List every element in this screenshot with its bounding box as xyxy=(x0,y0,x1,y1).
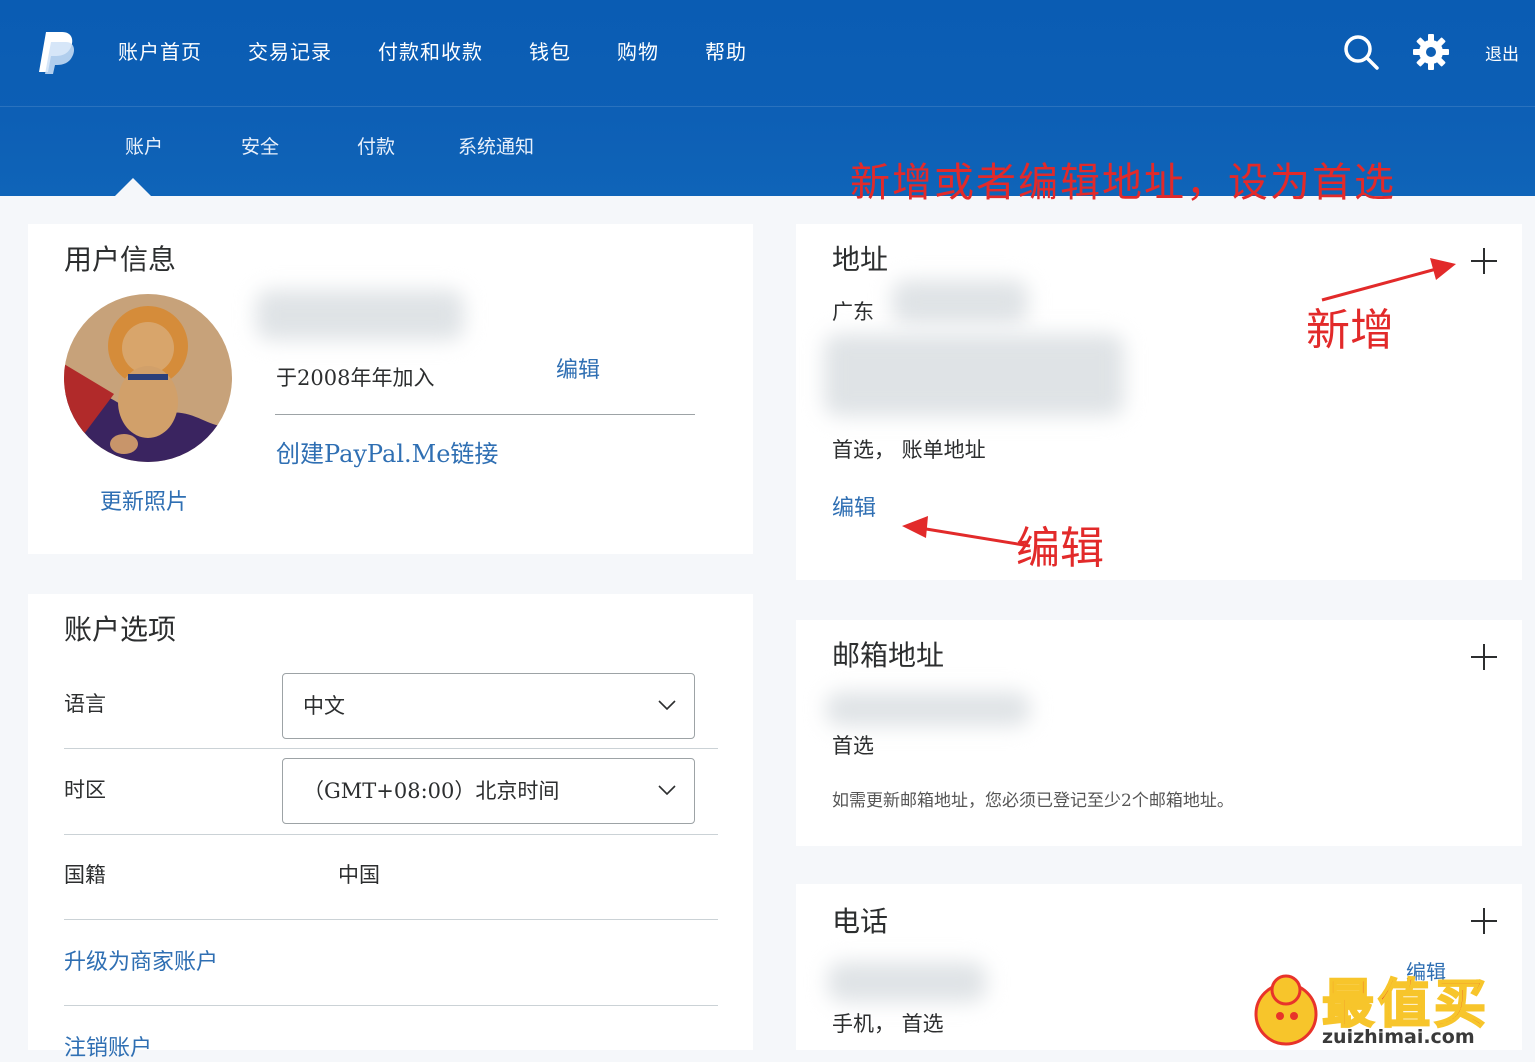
address-status: 首选， 账单地址 xyxy=(832,438,986,462)
nationality-value: 中国 xyxy=(338,863,380,887)
row-divider xyxy=(64,748,718,749)
email-status: 首选 xyxy=(832,734,874,758)
annotation-add-label: 新增 xyxy=(1306,305,1394,356)
annotation-title: 新增或者编辑地址，设为首选 xyxy=(850,160,1396,206)
tab-security[interactable]: 安全 xyxy=(241,132,279,159)
phone-status: 手机， 首选 xyxy=(832,1012,944,1036)
logout-link[interactable]: 退出 xyxy=(1485,40,1519,65)
row-divider xyxy=(64,1005,718,1006)
address-redacted xyxy=(892,280,1028,324)
address-detail-redacted xyxy=(824,334,1124,416)
paypal-me-link[interactable]: 创建PayPal.Me链接 xyxy=(276,434,498,469)
watermark-domain: zuizhimai.com xyxy=(1322,1026,1475,1048)
row-divider xyxy=(64,834,718,835)
add-address-icon[interactable] xyxy=(1469,246,1499,276)
edit-profile-link[interactable]: 编辑 xyxy=(556,352,600,384)
edit-address-link[interactable]: 编辑 xyxy=(832,490,876,522)
tab-notifications[interactable]: 系统通知 xyxy=(458,132,534,159)
gear-icon[interactable] xyxy=(1411,32,1451,72)
row-divider xyxy=(64,919,718,920)
address-card: 地址 广东 首选， 账单地址 编辑 xyxy=(796,224,1522,580)
timezone-value: （GMT+08:00）北京时间 xyxy=(303,779,560,803)
nav-shopping[interactable]: 购物 xyxy=(617,38,659,66)
chevron-down-icon xyxy=(658,785,676,795)
main-nav: 账户首页 交易记录 付款和收款 钱包 购物 帮助 xyxy=(118,38,793,66)
nav-wallet[interactable]: 钱包 xyxy=(529,38,571,66)
active-tab-caret xyxy=(114,178,152,197)
language-select[interactable]: 中文 xyxy=(282,673,695,739)
header-tools: 退出 xyxy=(1311,32,1519,72)
email-note: 如需更新邮箱地址，您必须已登记至少2个邮箱地址。 xyxy=(832,791,1234,811)
join-date: 于2008年年加入 xyxy=(276,366,435,390)
email-title: 邮箱地址 xyxy=(832,639,945,672)
chevron-down-icon xyxy=(658,700,676,710)
username-redacted xyxy=(256,290,464,340)
tab-account[interactable]: 账户 xyxy=(125,132,163,159)
tab-payments[interactable]: 付款 xyxy=(357,132,395,159)
add-email-icon[interactable] xyxy=(1469,642,1499,672)
nationality-label: 国籍 xyxy=(64,863,106,887)
account-options-card: 账户选项 语言 中文 时区 （GMT+08:00）北京时间 国籍 中国 升级为商… xyxy=(28,594,753,1061)
email-card: 邮箱地址 首选 如需更新邮箱地址，您必须已登记至少2个邮箱地址。 xyxy=(796,620,1522,846)
timezone-label: 时区 xyxy=(64,778,106,802)
nav-send-receive[interactable]: 付款和收款 xyxy=(378,38,483,66)
phone-title: 电话 xyxy=(832,905,889,938)
add-phone-icon[interactable] xyxy=(1469,906,1499,936)
watermark-mascot-icon xyxy=(1254,974,1318,1046)
language-label: 语言 xyxy=(64,692,106,716)
nav-account-home[interactable]: 账户首页 xyxy=(118,38,202,66)
search-icon[interactable] xyxy=(1341,32,1381,72)
annotation-edit-label: 编辑 xyxy=(1016,523,1104,574)
address-province: 广东 xyxy=(832,300,874,324)
account-options-title: 账户选项 xyxy=(64,613,177,646)
address-title: 地址 xyxy=(832,243,889,276)
upgrade-business-link[interactable]: 升级为商家账户 xyxy=(64,944,218,976)
email-redacted xyxy=(826,692,1030,726)
profile-divider xyxy=(275,414,695,415)
update-photo-link[interactable]: 更新照片 xyxy=(100,484,188,516)
timezone-select[interactable]: （GMT+08:00）北京时间 xyxy=(282,758,695,824)
nav-transactions[interactable]: 交易记录 xyxy=(248,38,332,66)
user-info-title: 用户信息 xyxy=(64,243,177,276)
close-account-link[interactable]: 注销账户 xyxy=(64,1030,152,1062)
nav-help[interactable]: 帮助 xyxy=(705,38,747,66)
paypal-logo-icon[interactable] xyxy=(36,30,76,76)
header-divider xyxy=(0,106,1535,107)
avatar[interactable] xyxy=(64,294,232,462)
language-value: 中文 xyxy=(303,694,345,718)
user-info-card: 用户信息 于2008年年加入 编辑 创建PayPal.Me链接 更新照片 xyxy=(28,224,753,554)
phone-redacted xyxy=(828,962,986,1002)
